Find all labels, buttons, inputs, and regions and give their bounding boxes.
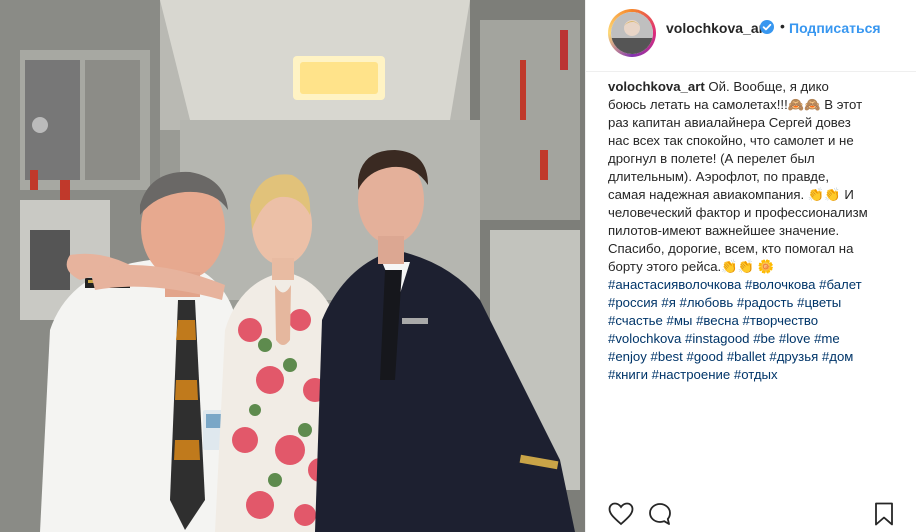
- comment-icon[interactable]: [648, 502, 672, 526]
- verified-badge-icon: [760, 20, 774, 34]
- hashtag-link[interactable]: #volochkova: [608, 331, 681, 346]
- heart-icon[interactable]: [608, 502, 634, 526]
- hashtag-link[interactable]: #я: [661, 295, 675, 310]
- header-separator: •: [780, 18, 785, 34]
- hashtag-link[interactable]: #творчество: [742, 313, 818, 328]
- hashtag-link[interactable]: #настроение: [652, 367, 731, 382]
- avatar[interactable]: [608, 9, 656, 57]
- hashtag-link[interactable]: #цветы: [797, 295, 841, 310]
- hashtag-link[interactable]: #отдых: [734, 367, 778, 382]
- hashtag-link[interactable]: #книги: [608, 367, 648, 382]
- hashtag-link[interactable]: #be: [753, 331, 775, 346]
- bookmark-icon[interactable]: [873, 502, 895, 526]
- hashtag-link[interactable]: #ballet: [727, 349, 766, 364]
- hashtag-link[interactable]: #радость: [737, 295, 794, 310]
- hashtag-link[interactable]: #love: [779, 331, 811, 346]
- instagram-post: volochkova_art • Подписаться volochkova_…: [0, 0, 916, 532]
- hashtag-link[interactable]: #me: [814, 331, 840, 346]
- post-sidebar: volochkova_art • Подписаться volochkova_…: [586, 0, 916, 532]
- hashtag-link[interactable]: #россия: [608, 295, 658, 310]
- post-username-link[interactable]: volochkova_art: [666, 20, 769, 36]
- hashtag-link[interactable]: #балет: [819, 277, 862, 292]
- hashtag-link[interactable]: #good: [686, 349, 723, 364]
- post-actions: [586, 494, 916, 532]
- hashtag-link[interactable]: #волочкова: [745, 277, 815, 292]
- hashtag-link[interactable]: #best: [651, 349, 683, 364]
- hashtag-link[interactable]: #анастасияволочкова: [608, 277, 741, 292]
- hashtag-link[interactable]: #любовь: [680, 295, 734, 310]
- follow-button[interactable]: Подписаться: [789, 20, 881, 36]
- post-photo[interactable]: [0, 0, 586, 532]
- caption-text: Ой. Вообще, я дико боюсь летать на самол…: [608, 79, 868, 274]
- hashtag-link[interactable]: #мы: [667, 313, 693, 328]
- hashtag-link[interactable]: #друзья: [769, 349, 818, 364]
- post-header: volochkova_art • Подписаться: [586, 0, 916, 72]
- caption-hashtags: #анастасияволочкова #волочкова #балет #р…: [608, 277, 862, 382]
- hashtag-link[interactable]: #счастье: [608, 313, 663, 328]
- post-caption: volochkova_art Ой. Вообще, я дико боюсь …: [608, 78, 870, 384]
- hashtag-link[interactable]: #весна: [696, 313, 739, 328]
- post-photo-image: [0, 0, 585, 532]
- hashtag-link[interactable]: #дом: [822, 349, 853, 364]
- avatar-image: [611, 12, 653, 54]
- hashtag-link[interactable]: #instagood: [685, 331, 750, 346]
- caption-username-link[interactable]: volochkova_art: [608, 79, 705, 94]
- hashtag-link[interactable]: #enjoy: [608, 349, 647, 364]
